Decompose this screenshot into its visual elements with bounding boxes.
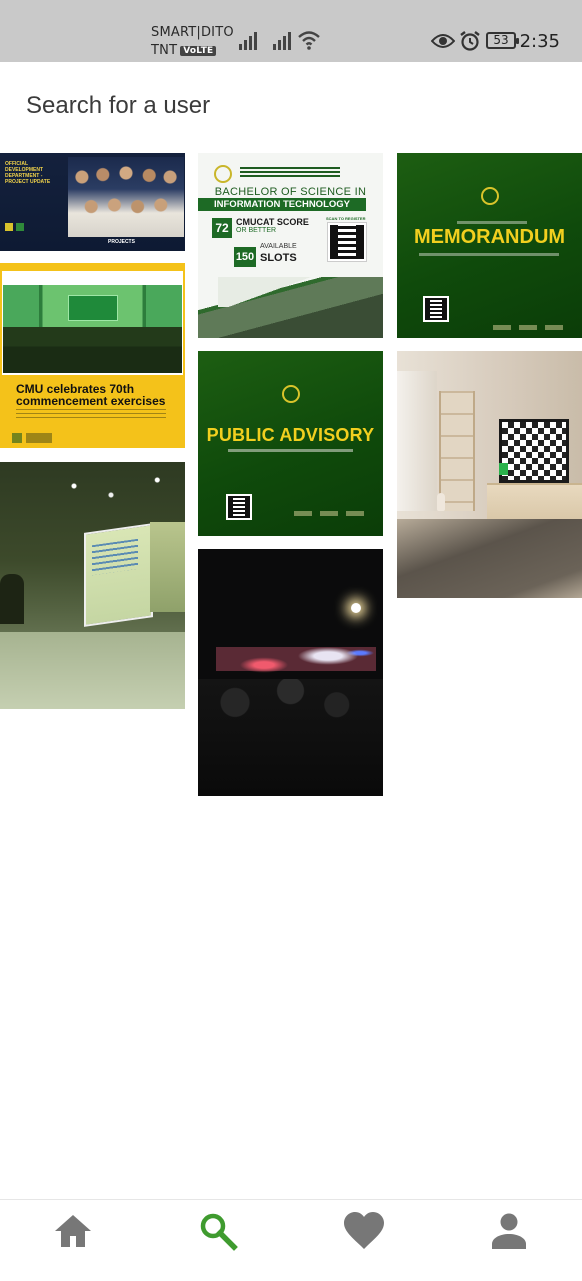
- logo-row: [5, 223, 35, 231]
- nav-search-button[interactable]: [188, 1206, 248, 1256]
- heart-icon: [344, 1212, 384, 1249]
- cat-figure: [437, 493, 445, 511]
- nav-favorites-button[interactable]: [334, 1206, 394, 1256]
- person-silhouette: [0, 574, 24, 624]
- post-tile[interactable]: [397, 351, 582, 598]
- post-headline-2: commencement exercises: [16, 394, 166, 408]
- ceiling-lights: [0, 462, 185, 522]
- window-light: [397, 371, 437, 511]
- clock: 2:35: [519, 31, 560, 52]
- post-headline: PUBLIC ADVISORY: [206, 425, 375, 445]
- qr-code: [226, 494, 252, 520]
- home-icon: [55, 1215, 91, 1247]
- search-input[interactable]: [26, 86, 546, 126]
- carrier-line-2: TNT VoLTE: [151, 43, 217, 58]
- university-logo: [481, 187, 499, 205]
- crowd-silhouettes: [198, 679, 383, 796]
- alarm-icon: [460, 31, 480, 51]
- university-logo: [282, 385, 300, 403]
- score-label: CMUCAT SCORE: [236, 217, 309, 227]
- slots-label-1: AVAILABLE: [260, 243, 297, 250]
- bottom-nav: [0, 1199, 582, 1281]
- caption-lines: [16, 409, 166, 421]
- floor: [0, 632, 185, 709]
- post-tile[interactable]: PUBLIC ADVISORY: [198, 351, 383, 536]
- person-icon: [492, 1213, 526, 1249]
- status-bar: SMART|DITO TNT VoLTE 53 2:35: [0, 0, 582, 62]
- score-sub: OR BETTER: [236, 227, 277, 234]
- volte-badge: VoLTE: [180, 46, 217, 56]
- rug: [397, 519, 582, 598]
- qr-code: [327, 222, 367, 262]
- college-title-lines: [240, 167, 340, 179]
- post-tile[interactable]: OFFICIAL DEVELOPMENT DEPARTMENT - PROJEC…: [0, 153, 185, 251]
- post-headline: OFFICIAL DEVELOPMENT DEPARTMENT - PROJEC…: [5, 161, 51, 185]
- carrier-name: TNT: [151, 43, 178, 58]
- post-tile[interactable]: CMU celebrates 70th commencement exercis…: [0, 263, 185, 448]
- qr-code: [423, 296, 449, 322]
- subtitle-line: [419, 253, 559, 256]
- projector-screen: [84, 523, 153, 627]
- signal-icon: [239, 32, 257, 50]
- post-tile[interactable]: MEMORANDUM: [397, 153, 582, 338]
- score-value: 72: [212, 218, 232, 238]
- post-tile[interactable]: [0, 462, 185, 709]
- scan-label: SCAN TO REGISTER: [326, 216, 366, 221]
- people-photo: [68, 157, 184, 237]
- post-footer: PROJECTS: [108, 239, 135, 245]
- search-bar: [0, 62, 582, 150]
- slots-label-2: SLOTS: [260, 252, 297, 264]
- post-tile[interactable]: BACHELOR OF SCIENCE IN INFORMATION TECHN…: [198, 153, 383, 338]
- nav-profile-button[interactable]: [479, 1206, 539, 1256]
- tv-screen: [499, 419, 569, 483]
- bookshelf: [439, 391, 475, 511]
- tower-light: [351, 603, 361, 613]
- ref-line: [457, 221, 527, 224]
- wifi-icon: [298, 31, 320, 50]
- tv-green-mark: [499, 463, 508, 475]
- college-logo: [214, 165, 232, 183]
- slots-value: 150: [234, 247, 256, 267]
- battery-indicator: 53: [486, 32, 519, 49]
- footer-logos: [493, 325, 569, 330]
- footer-logos: [294, 511, 364, 516]
- stage-screen: [68, 295, 118, 321]
- signal-icon-2: [273, 32, 291, 50]
- subtitle-line: [228, 449, 353, 452]
- search-icon: [200, 1213, 238, 1251]
- footer-logos: [12, 433, 52, 443]
- post-tile[interactable]: [198, 549, 383, 796]
- carrier-line-1: SMART|DITO: [151, 25, 234, 40]
- nav-home-button[interactable]: [43, 1206, 103, 1256]
- eye-icon: [431, 34, 455, 48]
- post-headline: MEMORANDUM: [413, 226, 566, 248]
- tv-cabinet: [487, 483, 582, 523]
- window-strip: [150, 522, 185, 612]
- roof-line: [218, 277, 368, 307]
- post-subheadline: INFORMATION TECHNOLOGY: [198, 198, 366, 211]
- post-headline: BACHELOR OF SCIENCE IN: [214, 186, 367, 198]
